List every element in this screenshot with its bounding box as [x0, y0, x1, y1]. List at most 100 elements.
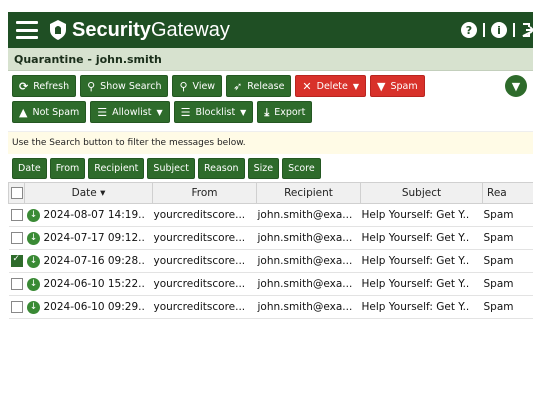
brand-name: SecurityGateway — [72, 18, 230, 41]
show-search-label: Show Search — [100, 80, 162, 92]
filter-score-button[interactable]: Score — [282, 157, 321, 179]
cell-date: 2024-07-16 09:28.. — [42, 249, 153, 273]
refresh-button[interactable]: ⟳ Refresh — [12, 75, 77, 97]
cell-date: 2024-06-10 15:22.. — [42, 272, 153, 296]
column-subject[interactable]: Subject — [360, 182, 483, 204]
messages-table: Date ▾ From Recipient Subject Rea ↓ 2024… — [8, 182, 533, 319]
table-row[interactable]: ↓ 2024-06-10 15:22.. yourcreditscore... … — [8, 272, 533, 296]
cell-reason: Spam — [482, 226, 533, 250]
toolbar: ⟳ Refresh ⚲ Show Search ⚲ View ➶ Release ✕ De… — [8, 71, 533, 131]
spam-label: Spam — [390, 80, 418, 92]
cell-recipient: john.smith@exa... — [256, 272, 361, 296]
release-button[interactable]: ➶ Release — [226, 75, 292, 97]
filter-recipient-button[interactable]: Recipient — [88, 157, 145, 179]
download-icon[interactable]: ↓ — [24, 295, 43, 319]
show-search-button[interactable]: ⚲ Show Search — [80, 75, 169, 97]
table-row[interactable]: ↓ 2024-06-10 09:29.. yourcreditscore... … — [8, 295, 533, 319]
allowlist-button[interactable]: ☰ Allowlist ▼ — [90, 101, 170, 123]
header-icons: ? i — [461, 12, 533, 48]
window-edge — [0, 0, 8, 402]
cell-recipient: john.smith@exa... — [256, 295, 361, 319]
thumbs-up-icon: ▲ — [19, 105, 28, 119]
help-icon[interactable]: ? — [461, 22, 477, 38]
page-title: Quarantine - john.smith — [8, 48, 533, 71]
column-reason[interactable]: Rea — [482, 182, 533, 204]
cell-date: 2024-07-17 09:12.. — [42, 226, 153, 250]
list-icon: ☰ — [97, 105, 108, 119]
cell-subject: Help Yourself: Get Y.. — [360, 272, 483, 296]
cell-from: yourcreditscore... — [152, 272, 257, 296]
chevron-down-icon: ▼ — [156, 107, 163, 117]
magnifier-icon: ⚲ — [179, 79, 188, 93]
cell-from: yourcreditscore... — [152, 249, 257, 273]
cell-recipient: john.smith@exa... — [256, 226, 361, 250]
filter-bar: Date From Recipient Subject Reason Size … — [8, 154, 533, 182]
download-icon[interactable]: ↓ — [24, 249, 43, 273]
divider — [513, 23, 515, 37]
column-from[interactable]: From — [152, 182, 257, 204]
cell-subject: Help Yourself: Get Y.. — [360, 226, 483, 250]
chevron-down-icon: ▼ — [352, 81, 360, 91]
select-all-checkbox[interactable] — [8, 182, 25, 204]
row-checkbox[interactable] — [8, 203, 25, 227]
refresh-label: Refresh — [33, 80, 70, 92]
table-row[interactable]: ↓ 2024-07-17 09:12.. yourcreditscore... … — [8, 226, 533, 250]
table-row[interactable]: ↓ 2024-08-07 14:19.. yourcreditscore... … — [8, 203, 533, 227]
cell-from: yourcreditscore... — [152, 226, 257, 250]
release-label: Release — [247, 80, 285, 92]
column-date[interactable]: Date ▾ — [24, 182, 153, 204]
send-icon: ➶ — [233, 79, 243, 93]
search-icon: ⚲ — [87, 79, 96, 93]
filter-date-button[interactable]: Date — [12, 157, 47, 179]
table-header: Date ▾ From Recipient Subject Rea — [8, 182, 533, 204]
cell-date: 2024-08-07 14:19.. — [42, 203, 153, 227]
app-header: SecurityGateway ? i — [8, 12, 533, 48]
cell-from: yourcreditscore... — [152, 295, 257, 319]
cell-recipient: john.smith@exa... — [256, 249, 361, 273]
cell-reason: Spam — [482, 203, 533, 227]
list-icon: ☰ — [180, 105, 191, 119]
column-recipient[interactable]: Recipient — [256, 182, 361, 204]
logout-icon[interactable] — [521, 22, 533, 38]
download-icon[interactable]: ↓ — [24, 226, 43, 250]
menu-icon[interactable] — [16, 21, 38, 39]
divider — [483, 23, 485, 37]
cell-reason: Spam — [482, 272, 533, 296]
delete-button[interactable]: ✕ Delete ▼ — [295, 75, 367, 97]
cell-subject: Help Yourself: Get Y.. — [360, 203, 483, 227]
export-button[interactable]: ⤓ Export — [257, 101, 313, 123]
search-hint: Use the Search button to filter the mess… — [8, 131, 533, 154]
blocklist-label: Blocklist — [195, 106, 236, 118]
cell-reason: Spam — [482, 295, 533, 319]
filter-from-button[interactable]: From — [49, 157, 86, 179]
cell-recipient: john.smith@exa... — [256, 203, 361, 227]
spam-button[interactable]: ▼ Spam — [370, 75, 425, 97]
filter-subject-button[interactable]: Subject — [147, 157, 195, 179]
refresh-icon: ⟳ — [19, 79, 29, 93]
blocklist-button[interactable]: ☰ Blocklist ▼ — [173, 101, 254, 123]
row-checkbox[interactable] — [8, 249, 25, 273]
filter-size-button[interactable]: Size — [247, 157, 280, 179]
view-label: View — [192, 80, 216, 92]
download-icon[interactable]: ↓ — [24, 203, 43, 227]
download-icon[interactable]: ↓ — [24, 272, 43, 296]
not-spam-label: Not Spam — [32, 106, 80, 118]
row-checkbox[interactable] — [8, 226, 25, 250]
delete-label: Delete — [316, 80, 348, 92]
row-checkbox[interactable] — [8, 272, 25, 296]
table-row[interactable]: ↓ 2024-07-16 09:28.. yourcreditscore... … — [8, 249, 533, 273]
collapse-toggle-icon[interactable]: ▼ — [505, 75, 527, 97]
cell-reason: Spam — [482, 249, 533, 273]
close-icon: ✕ — [302, 79, 312, 93]
cell-subject: Help Yourself: Get Y.. — [360, 249, 483, 273]
not-spam-button[interactable]: ▲ Not Spam — [12, 101, 87, 123]
view-button[interactable]: ⚲ View — [172, 75, 223, 97]
chevron-down-icon: ▼ — [240, 107, 247, 117]
quarantine-app: SecurityGateway ? i Quarantine - john.sm… — [8, 12, 533, 402]
row-checkbox[interactable] — [8, 295, 25, 319]
window: SecurityGateway ? i Quarantine - john.sm… — [0, 0, 533, 402]
filter-reason-button[interactable]: Reason — [197, 157, 245, 179]
allowlist-label: Allowlist — [112, 106, 152, 118]
export-label: Export — [274, 106, 306, 118]
info-icon[interactable]: i — [491, 22, 507, 38]
